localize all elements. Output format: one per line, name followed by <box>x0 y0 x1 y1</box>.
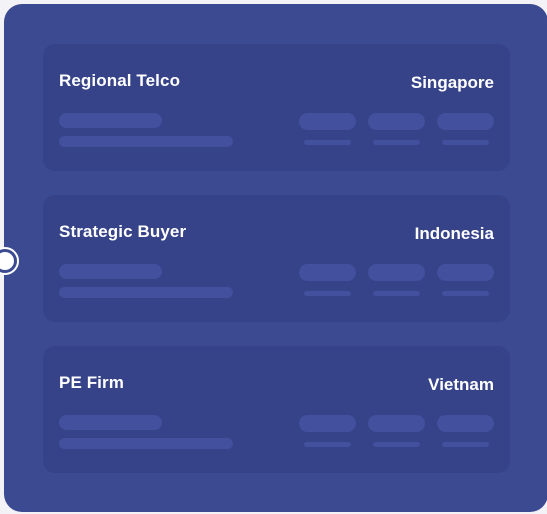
buyer-card[interactable]: Regional Telco Singapore <box>43 44 510 171</box>
skeleton-pill <box>299 113 356 130</box>
skeleton-line-short <box>59 264 162 279</box>
connection-handle[interactable] <box>0 247 19 275</box>
buyer-type-label: Strategic Buyer <box>59 222 187 241</box>
skeleton-line-long <box>59 287 233 298</box>
skeleton-pill <box>437 113 494 130</box>
skeleton-line-long <box>59 438 233 449</box>
skeleton-bar <box>304 291 351 296</box>
skeleton-bar <box>373 442 420 447</box>
buyer-card[interactable]: PE Firm Vietnam <box>43 346 510 473</box>
skeleton-pill <box>437 415 494 432</box>
skeleton-pill <box>299 415 356 432</box>
buyer-list-panel: Regional Telco Singapore Strategic Buyer… <box>0 4 547 512</box>
buyer-type-label: Regional Telco <box>59 71 181 90</box>
connection-dot-icon <box>0 252 14 270</box>
buyer-location-label: Singapore <box>410 73 494 92</box>
buyer-location-label: Indonesia <box>414 224 494 243</box>
buyer-type-label: PE Firm <box>59 373 124 392</box>
skeleton-bar <box>373 291 420 296</box>
skeleton-pill <box>368 264 425 281</box>
skeleton-bar <box>304 140 351 145</box>
skeleton-pill <box>368 113 425 130</box>
skeleton-bar <box>373 140 420 145</box>
buyer-card[interactable]: Strategic Buyer Indonesia <box>43 195 510 322</box>
skeleton-pill <box>437 264 494 281</box>
skeleton-line-short <box>59 113 162 128</box>
skeleton-bar <box>442 442 489 447</box>
skeleton-line-long <box>59 136 233 147</box>
skeleton-bar <box>304 442 351 447</box>
skeleton-bar <box>442 140 489 145</box>
buyer-location-label: Vietnam <box>428 375 494 394</box>
skeleton-bar <box>442 291 489 296</box>
skeleton-line-short <box>59 415 162 430</box>
skeleton-pill <box>299 264 356 281</box>
skeleton-pill <box>368 415 425 432</box>
